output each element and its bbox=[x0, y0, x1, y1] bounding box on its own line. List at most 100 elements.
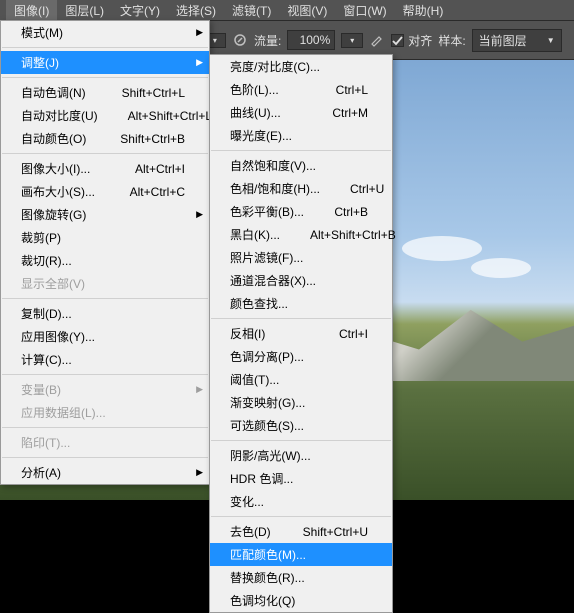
flow-stepper[interactable]: ▾ bbox=[341, 33, 363, 48]
menu-separator bbox=[2, 153, 208, 154]
menu-item[interactable]: 曲线(U)... Ctrl+M bbox=[210, 101, 392, 124]
menu-item-label: 图像旋转(G) bbox=[21, 206, 86, 223]
menu-item[interactable]: 去色(D)Shift+Ctrl+U bbox=[210, 520, 392, 543]
menu-item[interactable]: 黑白(K)...Alt+Shift+Ctrl+B bbox=[210, 223, 392, 246]
menu-item-label: 色相/饱和度(H)... bbox=[230, 180, 320, 197]
menu-item[interactable]: 自然饱和度(V)... bbox=[210, 154, 392, 177]
menu-item[interactable]: 匹配颜色(M)... bbox=[210, 543, 392, 566]
menubar-item[interactable]: 文字(Y) bbox=[112, 0, 168, 21]
menu-item-label: 色调分离(P)... bbox=[230, 348, 304, 365]
menu-separator bbox=[211, 440, 391, 441]
menubar-item[interactable]: 窗口(W) bbox=[335, 0, 394, 21]
menubar-item[interactable]: 视图(V) bbox=[279, 0, 335, 21]
menu-item-shortcut: Alt+Shift+Ctrl+B bbox=[310, 228, 396, 242]
menu-item-shortcut: Shift+Ctrl+L bbox=[122, 86, 185, 100]
menu-separator bbox=[2, 374, 208, 375]
airbrush-icon[interactable] bbox=[369, 32, 385, 48]
menu-item[interactable]: 色相/饱和度(H)... Ctrl+U bbox=[210, 177, 392, 200]
menu-item[interactable]: 自动色调(N) Shift+Ctrl+L bbox=[1, 81, 209, 104]
menu-item[interactable]: 曝光度(E)... bbox=[210, 124, 392, 147]
menu-item-label: 曲线(U)... bbox=[230, 104, 281, 121]
pressure-opacity-icon[interactable] bbox=[232, 32, 248, 48]
menu-item-label: 去色(D) bbox=[230, 523, 271, 540]
menu-item-shortcut: Ctrl+L bbox=[336, 83, 368, 97]
menu-item[interactable]: 颜色查找... bbox=[210, 292, 392, 315]
menu-item-shortcut: Ctrl+U bbox=[350, 182, 384, 196]
menu-item-label: 替换颜色(R)... bbox=[230, 569, 305, 586]
menu-item[interactable]: 应用图像(Y)... bbox=[1, 325, 209, 348]
menu-item[interactable]: 模式(M)▶ bbox=[1, 21, 209, 44]
menu-item[interactable]: 图像大小(I)...Alt+Ctrl+I bbox=[1, 157, 209, 180]
menu-item-label: 阈值(T)... bbox=[230, 371, 279, 388]
menu-item[interactable]: 变化... bbox=[210, 490, 392, 513]
menu-item[interactable]: 裁切(R)... bbox=[1, 249, 209, 272]
menu-item[interactable]: 色调均化(Q) bbox=[210, 589, 392, 612]
menu-item[interactable]: 调整(J) ▶ bbox=[1, 51, 209, 74]
align-label: 对齐 bbox=[408, 32, 432, 49]
sample-select[interactable]: 当前图层 ▼ bbox=[472, 29, 562, 52]
menu-item[interactable]: 图像旋转(G) ▶ bbox=[1, 203, 209, 226]
menu-item[interactable]: 阈值(T)... bbox=[210, 368, 392, 391]
menu-item-label: 颜色查找... bbox=[230, 295, 288, 312]
menu-item[interactable]: 计算(C)... bbox=[1, 348, 209, 371]
menu-item-label: 变量(B) bbox=[21, 381, 61, 398]
menu-item[interactable]: HDR 色调... bbox=[210, 467, 392, 490]
align-checkbox[interactable]: 对齐 bbox=[391, 32, 432, 49]
menu-item-shortcut: Ctrl+M bbox=[332, 106, 368, 120]
menu-item[interactable]: 阴影/高光(W)... bbox=[210, 444, 392, 467]
menu-item-label: 调整(J) bbox=[21, 54, 59, 71]
chevron-right-icon: ▶ bbox=[196, 57, 203, 68]
menu-item-label: 亮度/对比度(C)... bbox=[230, 58, 320, 75]
menu-item-label: 图像大小(I)... bbox=[21, 160, 90, 177]
chevron-right-icon: ▶ bbox=[196, 209, 203, 220]
chevron-right-icon: ▶ bbox=[196, 27, 203, 38]
menu-separator bbox=[2, 457, 208, 458]
menubar-item[interactable]: 选择(S) bbox=[168, 0, 224, 21]
menu-item[interactable]: 照片滤镜(F)... bbox=[210, 246, 392, 269]
menu-item[interactable]: 可选颜色(S)... bbox=[210, 414, 392, 437]
menu-item-label: 应用数据组(L)... bbox=[21, 404, 106, 421]
menu-item-shortcut: Ctrl+B bbox=[334, 205, 368, 219]
menu-item[interactable]: 渐变映射(G)... bbox=[210, 391, 392, 414]
menu-item[interactable]: 裁剪(P) bbox=[1, 226, 209, 249]
menu-item[interactable]: 色阶(L)...Ctrl+L bbox=[210, 78, 392, 101]
menu-item-label: 裁剪(P) bbox=[21, 229, 61, 246]
menu-separator bbox=[2, 77, 208, 78]
flow-value[interactable]: 100% bbox=[287, 30, 335, 50]
menu-item-label: 照片滤镜(F)... bbox=[230, 249, 303, 266]
chevron-down-icon: ▼ bbox=[547, 36, 555, 45]
menubar-item[interactable]: 帮助(H) bbox=[395, 0, 452, 21]
menubar-item[interactable]: 图像(I) bbox=[6, 0, 57, 21]
menu-item[interactable]: 替换颜色(R)... bbox=[210, 566, 392, 589]
menu-item-label: 计算(C)... bbox=[21, 351, 72, 368]
menu-separator bbox=[211, 150, 391, 151]
menu-item-label: 自动色调(N) bbox=[21, 84, 86, 101]
menubar-item[interactable]: 图层(L) bbox=[57, 0, 112, 21]
image-menu-dropdown: 模式(M)▶ 调整(J) ▶ 自动色调(N) Shift+Ctrl+L 自动对比度(U)A… bbox=[0, 20, 210, 485]
menu-item-label: 变化... bbox=[230, 493, 264, 510]
menu-item[interactable]: 色调分离(P)... bbox=[210, 345, 392, 368]
menu-item-label: 可选颜色(S)... bbox=[230, 417, 304, 434]
menu-item-label: 分析(A) bbox=[21, 464, 61, 481]
menu-item: 陷印(T)... bbox=[1, 431, 209, 454]
menu-item[interactable]: 亮度/对比度(C)... bbox=[210, 55, 392, 78]
menu-item-label: 黑白(K)... bbox=[230, 226, 280, 243]
menu-item-label: 画布大小(S)... bbox=[21, 183, 95, 200]
menu-item-label: 渐变映射(G)... bbox=[230, 394, 305, 411]
menu-item-label: 色调均化(Q) bbox=[230, 592, 295, 609]
menu-item[interactable]: 自动颜色(O)Shift+Ctrl+B bbox=[1, 127, 209, 150]
menu-item-label: 裁切(R)... bbox=[21, 252, 72, 269]
menu-item[interactable]: 通道混合器(X)... bbox=[210, 269, 392, 292]
adjustments-submenu: 亮度/对比度(C)... 色阶(L)...Ctrl+L 曲线(U)... Ctrl+M… bbox=[209, 54, 393, 613]
menubar-item[interactable]: 滤镜(T) bbox=[224, 0, 279, 21]
menu-item-label: HDR 色调... bbox=[230, 470, 293, 487]
menu-item[interactable]: 复制(D)... bbox=[1, 302, 209, 325]
menu-item[interactable]: 色彩平衡(B)... Ctrl+B bbox=[210, 200, 392, 223]
menu-separator bbox=[2, 298, 208, 299]
menu-item[interactable]: 分析(A)▶ bbox=[1, 461, 209, 484]
menu-item[interactable]: 画布大小(S)...Alt+Ctrl+C bbox=[1, 180, 209, 203]
menu-item[interactable]: 反相(I)Ctrl+I bbox=[210, 322, 392, 345]
menu-item-label: 色彩平衡(B)... bbox=[230, 203, 304, 220]
menu-item[interactable]: 自动对比度(U)Alt+Shift+Ctrl+L bbox=[1, 104, 209, 127]
cloud-shape bbox=[471, 258, 531, 278]
